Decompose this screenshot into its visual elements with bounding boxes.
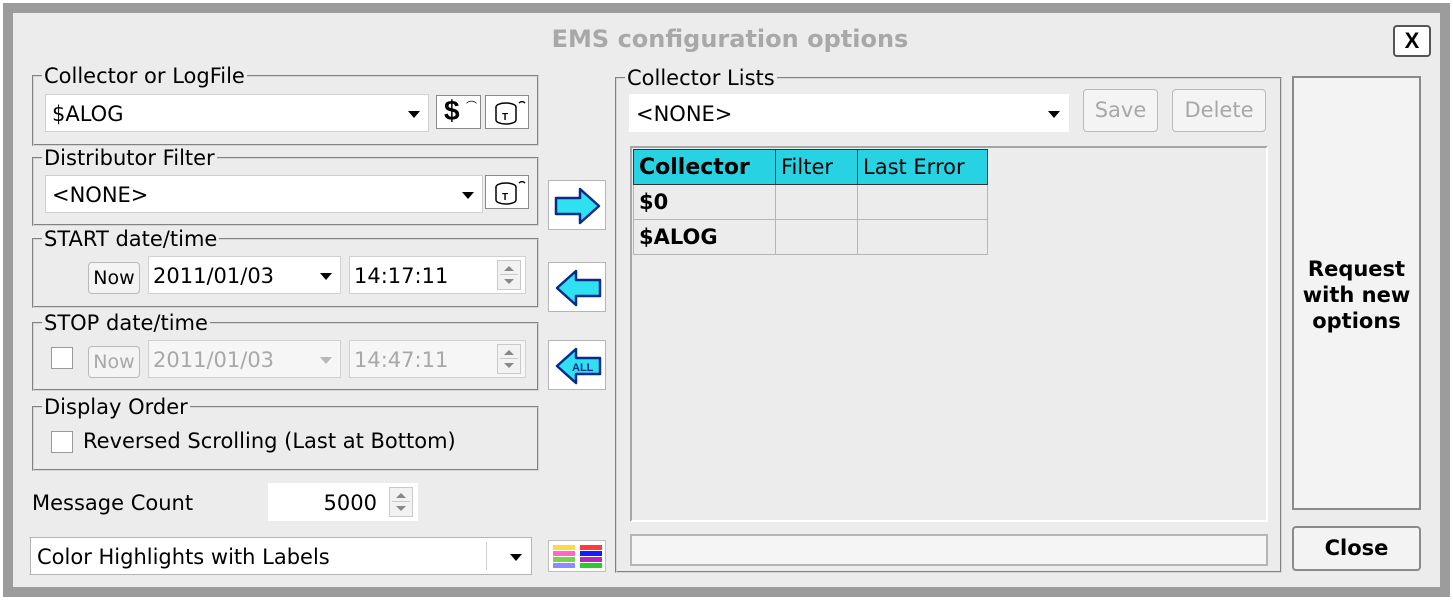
stop-time-value: 14:47:11 — [354, 348, 449, 372]
chevron-down-icon — [320, 273, 332, 280]
chevron-down-icon — [408, 111, 420, 118]
table-cell — [857, 184, 988, 220]
column-header-filter[interactable]: Filter — [775, 149, 858, 185]
table-cell: $0 — [633, 184, 776, 220]
request-options-button[interactable]: Request with new options — [1292, 76, 1421, 510]
start-time-input[interactable]: 14:17:11 — [349, 256, 526, 294]
start-time-value: 14:17:11 — [354, 264, 449, 288]
stop-time-input[interactable]: 14:47:11 — [349, 340, 526, 378]
table-row[interactable]: $ALOG — [633, 219, 988, 255]
column-header-last-error[interactable]: Last Error — [857, 149, 988, 185]
table-header-row: Collector Filter Last Error — [633, 149, 988, 185]
arrow-left-icon — [555, 269, 602, 307]
database-icon: T — [495, 180, 526, 205]
request-options-label: Request with new options — [1302, 257, 1411, 333]
dialog-title: EMS configuration options — [551, 25, 909, 53]
refresh-mark-icon: ⌒ — [466, 100, 477, 113]
svg-text:ALL: ALL — [572, 362, 594, 374]
collector-list-select[interactable]: <NONE> — [629, 94, 1069, 132]
arrow-left-all-icon: ALL — [555, 347, 602, 385]
table-cell: $ALOG — [633, 219, 776, 255]
color-palette-button[interactable] — [548, 540, 606, 572]
table-cell — [857, 219, 988, 255]
distributor-select[interactable]: <NONE> — [45, 175, 483, 213]
database-icon: T — [495, 100, 526, 125]
table-cell — [775, 184, 858, 220]
stop-group-legend: STOP date/time — [44, 311, 208, 335]
stop-date-value: 2011/01/03 — [153, 348, 275, 372]
add-to-list-button[interactable] — [548, 180, 606, 230]
reversed-scrolling-checkbox[interactable] — [51, 431, 73, 453]
remove-from-list-button[interactable] — [548, 262, 606, 312]
arrow-right-icon — [554, 187, 601, 225]
start-date-picker[interactable]: 2011/01/03 — [148, 256, 341, 294]
chevron-down-icon — [320, 357, 332, 364]
close-x-button[interactable]: X — [1393, 25, 1431, 57]
status-bar — [630, 534, 1268, 566]
collector-group-legend: Collector or LogFile — [44, 64, 245, 88]
highlight-select-value: Color Highlights with Labels — [37, 545, 330, 569]
stop-date-picker[interactable]: 2011/01/03 — [148, 340, 341, 378]
color-palette-icon — [553, 545, 602, 568]
delete-button[interactable]: Delete — [1172, 89, 1266, 132]
save-button[interactable]: Save — [1083, 89, 1158, 132]
column-header-collector[interactable]: Collector — [633, 149, 776, 185]
remove-all-button[interactable]: ALL — [548, 340, 606, 390]
table-row[interactable]: $0 — [633, 184, 988, 220]
collector-table: Collector Filter Last Error $0 $ALOG — [633, 149, 988, 255]
reversed-scrolling-label: Reversed Scrolling (Last at Bottom) — [83, 429, 456, 453]
distributor-group-legend: Distributor Filter — [44, 146, 215, 170]
start-time-spinner[interactable] — [497, 260, 521, 290]
svg-text:T: T — [502, 192, 508, 203]
message-count-spinner[interactable] — [389, 487, 413, 517]
collector-select-value: $ALOG — [52, 102, 124, 126]
close-button[interactable]: Close — [1292, 526, 1421, 571]
message-count-input[interactable]: 5000 — [268, 483, 418, 521]
distributor-select-value: <NONE> — [52, 183, 149, 207]
message-count-value: 5000 — [323, 491, 377, 515]
dollar-button[interactable]: $ ⌒ — [436, 95, 481, 129]
start-now-button[interactable]: Now — [88, 262, 140, 294]
collector-select[interactable]: $ALOG — [45, 94, 429, 132]
table-cell — [775, 219, 858, 255]
chevron-down-icon — [1048, 111, 1060, 118]
stop-now-button[interactable]: Now — [88, 346, 140, 378]
chevron-down-icon — [462, 192, 474, 199]
display-order-legend: Display Order — [44, 395, 188, 419]
start-group-legend: START date/time — [44, 227, 218, 251]
distributor-database-button[interactable]: T — [485, 175, 529, 209]
chevron-down-icon — [510, 554, 522, 561]
svg-text:T: T — [502, 112, 508, 123]
stop-enable-checkbox[interactable] — [51, 347, 73, 369]
message-count-label: Message Count — [32, 491, 194, 515]
start-date-value: 2011/01/03 — [153, 264, 275, 288]
collector-list-select-value: <NONE> — [636, 102, 733, 126]
stop-time-spinner[interactable] — [497, 344, 521, 374]
collector-database-button[interactable]: T — [485, 95, 529, 129]
dollar-icon: $ — [444, 95, 460, 126]
collector-lists-legend: Collector Lists — [627, 66, 775, 90]
highlight-select[interactable]: Color Highlights with Labels — [30, 537, 532, 575]
